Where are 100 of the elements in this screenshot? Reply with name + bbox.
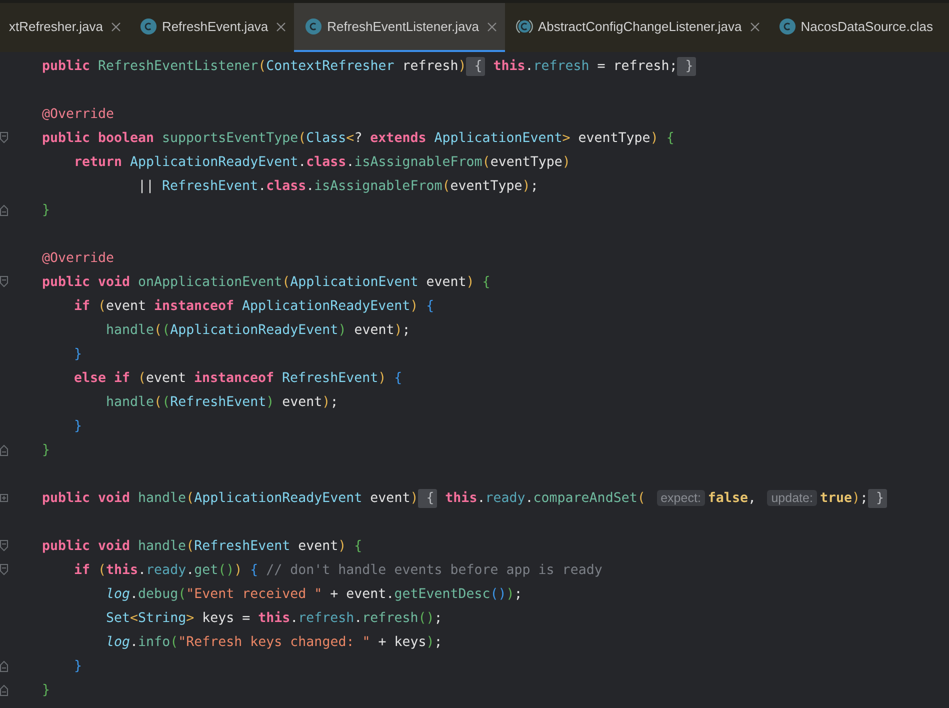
editor-tab[interactable]: RefreshEventListener.java [294, 3, 505, 52]
method-name: info [138, 634, 170, 650]
bracket: ( [162, 322, 170, 338]
variable: eventType [490, 154, 562, 170]
class-icon [778, 18, 796, 35]
field-name: log [106, 634, 130, 650]
punctuation: . [525, 490, 534, 506]
folded-code-marker[interactable]: } [677, 56, 696, 76]
bracket: ) [562, 154, 570, 170]
bracket: { [481, 274, 490, 290]
bracket: ( [154, 394, 162, 410]
inlay-hint: expect: [656, 490, 705, 506]
punctuation: + [377, 634, 386, 650]
string-literal: "Refresh keys changed: " [178, 634, 370, 650]
bracket: ) [234, 562, 242, 578]
keyword: return [74, 154, 122, 170]
keyword: if [74, 298, 90, 314]
punctuation: ; [669, 58, 678, 74]
bracket: > [562, 130, 570, 146]
field-name: ready [485, 490, 526, 506]
bracket: } [42, 682, 50, 698]
punctuation: . [386, 586, 394, 602]
bracket: ( [282, 274, 290, 290]
punctuation: . [258, 178, 266, 194]
variable: eventType [450, 178, 522, 194]
variable: event [353, 322, 394, 338]
fold-icon[interactable] [0, 492, 8, 504]
type-name: ApplicationEvent [433, 130, 562, 146]
punctuation: . [290, 610, 298, 626]
bracket: ) [506, 586, 514, 602]
bracket: ) [650, 130, 658, 146]
fold-icon[interactable] [0, 540, 8, 552]
punctuation: ; [434, 610, 442, 626]
close-icon[interactable] [750, 22, 760, 32]
close-icon[interactable] [486, 22, 497, 32]
bracket: { [425, 298, 434, 314]
editor-tab[interactable]: RefreshEvent.java [128, 3, 294, 52]
editor-tab[interactable]: NacosDataSource.clas [768, 3, 941, 52]
abstract-class-icon [516, 18, 533, 35]
punctuation: . [346, 154, 354, 170]
bracket: } [74, 418, 82, 434]
fold-icon[interactable] [0, 564, 8, 576]
field-name: refresh [533, 58, 590, 74]
keyword: class [306, 154, 346, 170]
bracket: ) [410, 298, 418, 314]
type-name: ApplicationReadyEvent [194, 490, 362, 506]
fold-icon[interactable] [0, 276, 8, 288]
keyword: void [97, 274, 130, 290]
bracket: ( [482, 154, 490, 170]
fold-icon[interactable] [0, 684, 8, 696]
keyword: extends [369, 130, 426, 146]
editor-tab[interactable]: xtRefresher.java [0, 3, 129, 52]
bracket: ) [338, 322, 346, 338]
bracket: < [130, 610, 138, 626]
bracket: ( [186, 538, 194, 554]
keyword: public [42, 538, 90, 554]
type-name: Class [306, 130, 346, 146]
fold-icon[interactable] [0, 444, 8, 456]
bracket: ( [298, 130, 306, 146]
bracket: { [665, 130, 674, 146]
close-icon[interactable] [276, 22, 286, 32]
fold-icon[interactable] [0, 132, 8, 144]
type-name: RefreshEvent [281, 370, 378, 386]
bracket: } [74, 658, 82, 674]
keyword: public [42, 130, 90, 146]
bracket: ) [394, 322, 402, 338]
punctuation: ; [860, 490, 868, 506]
variable: refresh [401, 58, 458, 74]
folded-code-marker[interactable]: { [466, 56, 486, 76]
punctuation: . [186, 562, 194, 578]
variable: eventType [577, 130, 650, 146]
punctuation: ; [530, 178, 538, 194]
punctuation: ? [354, 130, 362, 146]
close-icon[interactable] [110, 22, 121, 32]
method-name: handle [106, 322, 154, 338]
comment: // don't handle events before app is ready [265, 562, 602, 578]
annotation: @Override [42, 250, 114, 266]
bracket: ) [458, 58, 466, 74]
fold-icon[interactable] [0, 204, 8, 216]
folded-code-marker[interactable]: { [418, 488, 438, 508]
bracket: ) [322, 394, 330, 410]
type-name: Set [106, 610, 130, 626]
bracket: > [186, 610, 194, 626]
variable: event [369, 490, 410, 506]
punctuation: . [354, 610, 362, 626]
method-name: handle [106, 394, 154, 410]
keyword: false [708, 490, 748, 506]
keyword: this [444, 490, 478, 506]
editor-tab[interactable]: AbstractConfigChangeListener.java [504, 3, 768, 52]
punctuation: ; [402, 322, 410, 338]
keyword: void [97, 490, 130, 506]
method-name: isAssignableFrom [354, 154, 482, 170]
variable: keys [393, 634, 426, 650]
folded-code-marker[interactable]: } [868, 488, 887, 508]
fold-icon[interactable] [0, 660, 8, 672]
field-name: refresh [298, 610, 354, 626]
bracket: ( [136, 370, 146, 386]
keyword: if [74, 562, 90, 578]
variable: event [146, 370, 186, 386]
keyword: class [266, 178, 306, 194]
